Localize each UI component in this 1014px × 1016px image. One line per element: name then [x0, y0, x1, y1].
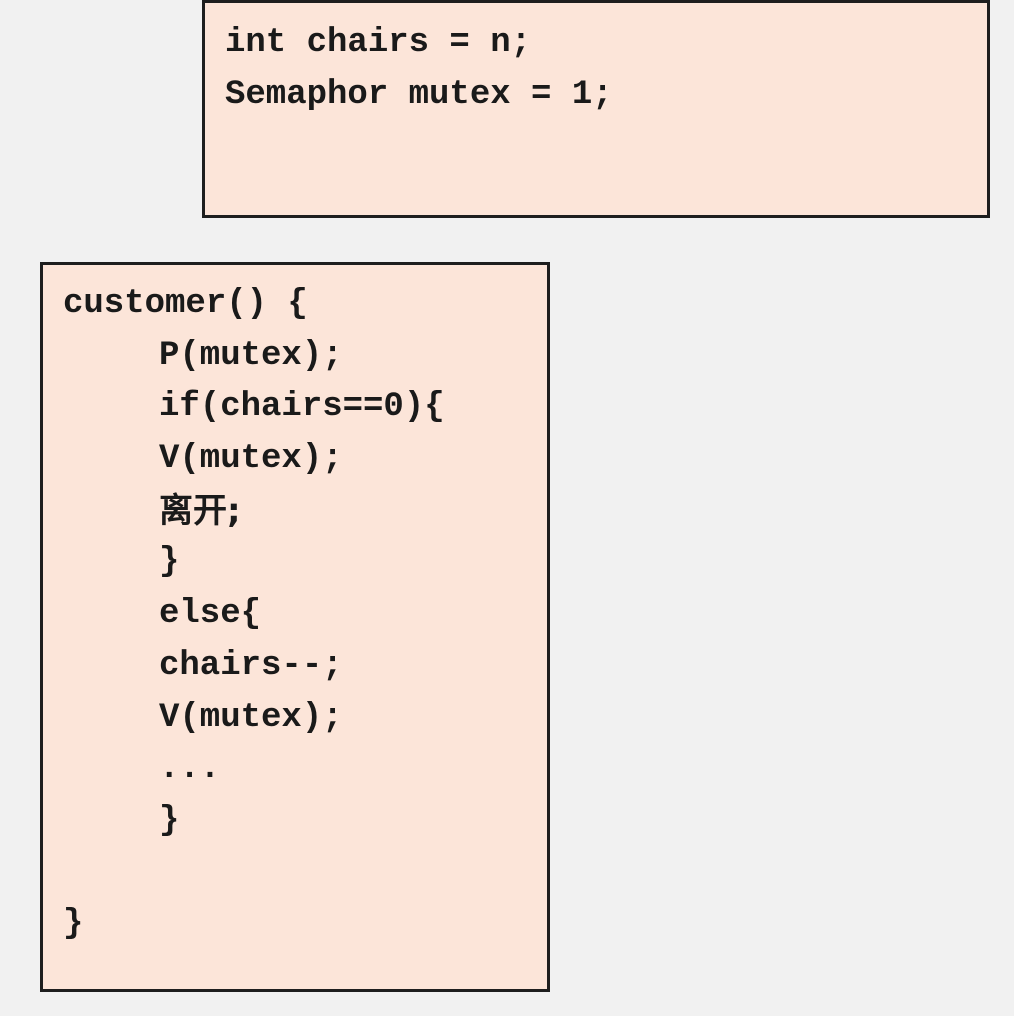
- code-line-mutex-decl: Semaphor mutex = 1;: [225, 76, 613, 114]
- code-line-if-close-brace: }: [159, 543, 180, 582]
- code-line-function-close-brace: }: [63, 905, 84, 944]
- code-line-ellipsis: ...: [159, 750, 221, 789]
- code-line-else: else{: [159, 595, 262, 634]
- code-line-function-header: customer() {: [63, 285, 308, 323]
- code-line-v-mutex-1: V(mutex);: [159, 440, 343, 479]
- code-line-v-mutex-2: V(mutex);: [159, 698, 343, 737]
- code-line-chairs-decrement: chairs--;: [159, 646, 343, 685]
- globals-code-box: int chairs = n; Semaphor mutex = 1;: [202, 0, 990, 218]
- code-line-leave: 离开;: [159, 490, 241, 531]
- code-line-p-mutex: P(mutex);: [159, 336, 343, 375]
- code-line-else-close-brace: }: [159, 801, 180, 840]
- code-line-if-chairs-zero: if(chairs==0){: [159, 388, 445, 427]
- code-line-chairs-decl: int chairs = n;: [225, 24, 532, 62]
- customer-code-box: customer() { P(mutex); if(chairs==0){ V(…: [40, 262, 550, 992]
